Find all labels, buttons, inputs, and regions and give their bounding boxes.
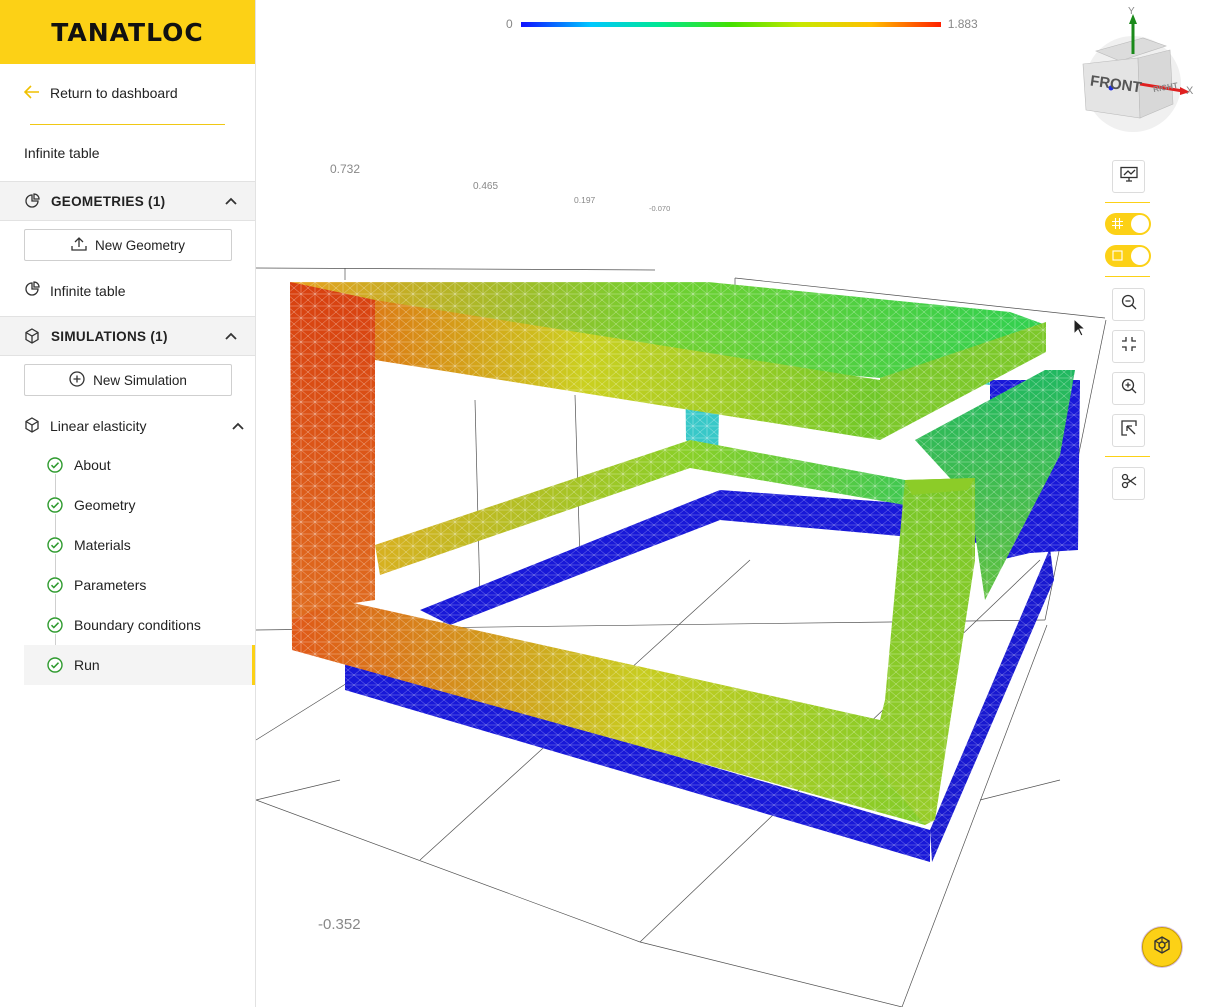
step-label: Boundary conditions (74, 617, 201, 633)
sidebar: TANATLOC Return to dashboard Infinite ta… (0, 0, 256, 1007)
help-button[interactable] (1142, 927, 1182, 967)
app-logo[interactable]: TANATLOC (51, 18, 203, 47)
check-circle-icon (46, 656, 63, 674)
colorbar-max: 1.883 (947, 17, 978, 31)
geometries-title: GEOMETRIES (1) (51, 193, 166, 209)
project-name: Infinite table (24, 145, 100, 161)
axis-tick-label: 0.732 (330, 162, 361, 176)
step-parameters[interactable]: Parameters (24, 565, 255, 605)
divider (30, 124, 225, 125)
simulation-item-label: Linear elasticity (50, 418, 147, 434)
box-icon (1112, 250, 1123, 261)
cube-icon (24, 328, 42, 344)
check-circle-icon (46, 456, 63, 474)
step-run[interactable]: Run (24, 645, 255, 685)
step-materials[interactable]: Materials (24, 525, 255, 565)
upload-icon (71, 236, 87, 254)
chevron-up-icon[interactable] (225, 197, 237, 205)
check-circle-icon (46, 496, 63, 514)
check-circle-icon (46, 616, 63, 634)
chevron-up-icon[interactable] (225, 332, 237, 340)
toolbar-divider (1105, 202, 1150, 203)
toolbar-divider (1105, 456, 1150, 457)
step-label: Materials (74, 537, 131, 553)
toggle-knob (1131, 215, 1149, 233)
plus-circle-icon (69, 370, 85, 390)
check-circle-icon (46, 576, 63, 594)
step-label: Run (74, 657, 100, 673)
simulation-item-linear-elasticity[interactable]: Linear elasticity (24, 415, 244, 437)
colorbar-min: 0 (506, 17, 513, 31)
new-geometry-button[interactable]: New Geometry (24, 229, 232, 261)
axis-x-label: X (1186, 85, 1194, 97)
clip-button[interactable] (1112, 467, 1145, 500)
toggle-knob (1131, 247, 1149, 265)
presentation-chart-icon (1119, 166, 1138, 187)
zoom-out-icon (1121, 294, 1137, 315)
chevron-up-icon[interactable] (232, 422, 244, 430)
axis-tick-label: 0.197 (574, 195, 596, 205)
grid-icon (1112, 218, 1123, 229)
step-label: Parameters (74, 577, 147, 593)
axis-tick-label: -0.070 (649, 204, 671, 213)
mouse-cursor-icon (1073, 317, 1087, 343)
colorbar-gradient (520, 21, 941, 27)
cube-icon (24, 416, 40, 436)
step-boundary-conditions[interactable]: Boundary conditions (24, 605, 255, 645)
colorbar-legend: 0 1.883 (506, 14, 986, 34)
return-to-dashboard-link[interactable]: Return to dashboard (23, 84, 178, 102)
support-icon (1152, 935, 1172, 960)
zoom-out-button[interactable] (1112, 288, 1145, 321)
result-mesh-render (256, 267, 1107, 1007)
pie-chart-icon (24, 281, 40, 300)
step-label: About (74, 457, 111, 473)
new-geometry-label: New Geometry (94, 237, 186, 253)
zoom-selection-button[interactable] (1112, 414, 1145, 447)
grid-toggle[interactable] (1105, 213, 1151, 235)
new-simulation-label: New Simulation (93, 372, 187, 388)
arrow-left-icon (23, 84, 40, 102)
3d-viewer[interactable]: 0 1.883 0.732 0.465 0.197 -0.070 -0.352 (256, 0, 1207, 1007)
box-toggle[interactable] (1105, 245, 1151, 267)
return-to-dashboard-label: Return to dashboard (50, 85, 178, 101)
fit-view-icon (1121, 336, 1137, 357)
fit-view-button[interactable] (1112, 330, 1145, 363)
step-about[interactable]: About (24, 445, 255, 485)
axis-y-label: Y (1128, 6, 1135, 17)
view-cube[interactable]: FRONT RIGHT X Y (1078, 6, 1198, 141)
geometry-item-label: Infinite table (50, 282, 126, 299)
toolbar-divider (1105, 276, 1150, 277)
simulations-section-header[interactable]: SIMULATIONS (1) (0, 316, 255, 356)
step-label: Geometry (74, 497, 136, 513)
logo-bar: TANATLOC (0, 0, 255, 64)
check-circle-icon (46, 536, 63, 554)
zoom-in-icon (1121, 378, 1137, 399)
pie-chart-icon (24, 193, 42, 209)
scissors-icon (1121, 473, 1137, 494)
geometries-section-header[interactable]: GEOMETRIES (1) (0, 181, 255, 221)
geometry-item-infinite-table[interactable]: Infinite table (24, 281, 126, 300)
screenshot-button[interactable] (1112, 160, 1145, 193)
axis-tick-label: 0.465 (473, 181, 499, 192)
axis-tick-label: -0.352 (318, 916, 361, 933)
zoom-selection-icon (1120, 420, 1137, 441)
step-geometry[interactable]: Geometry (24, 485, 255, 525)
simulations-title: SIMULATIONS (1) (51, 328, 168, 344)
new-simulation-button[interactable]: New Simulation (24, 364, 232, 396)
zoom-in-button[interactable] (1112, 372, 1145, 405)
